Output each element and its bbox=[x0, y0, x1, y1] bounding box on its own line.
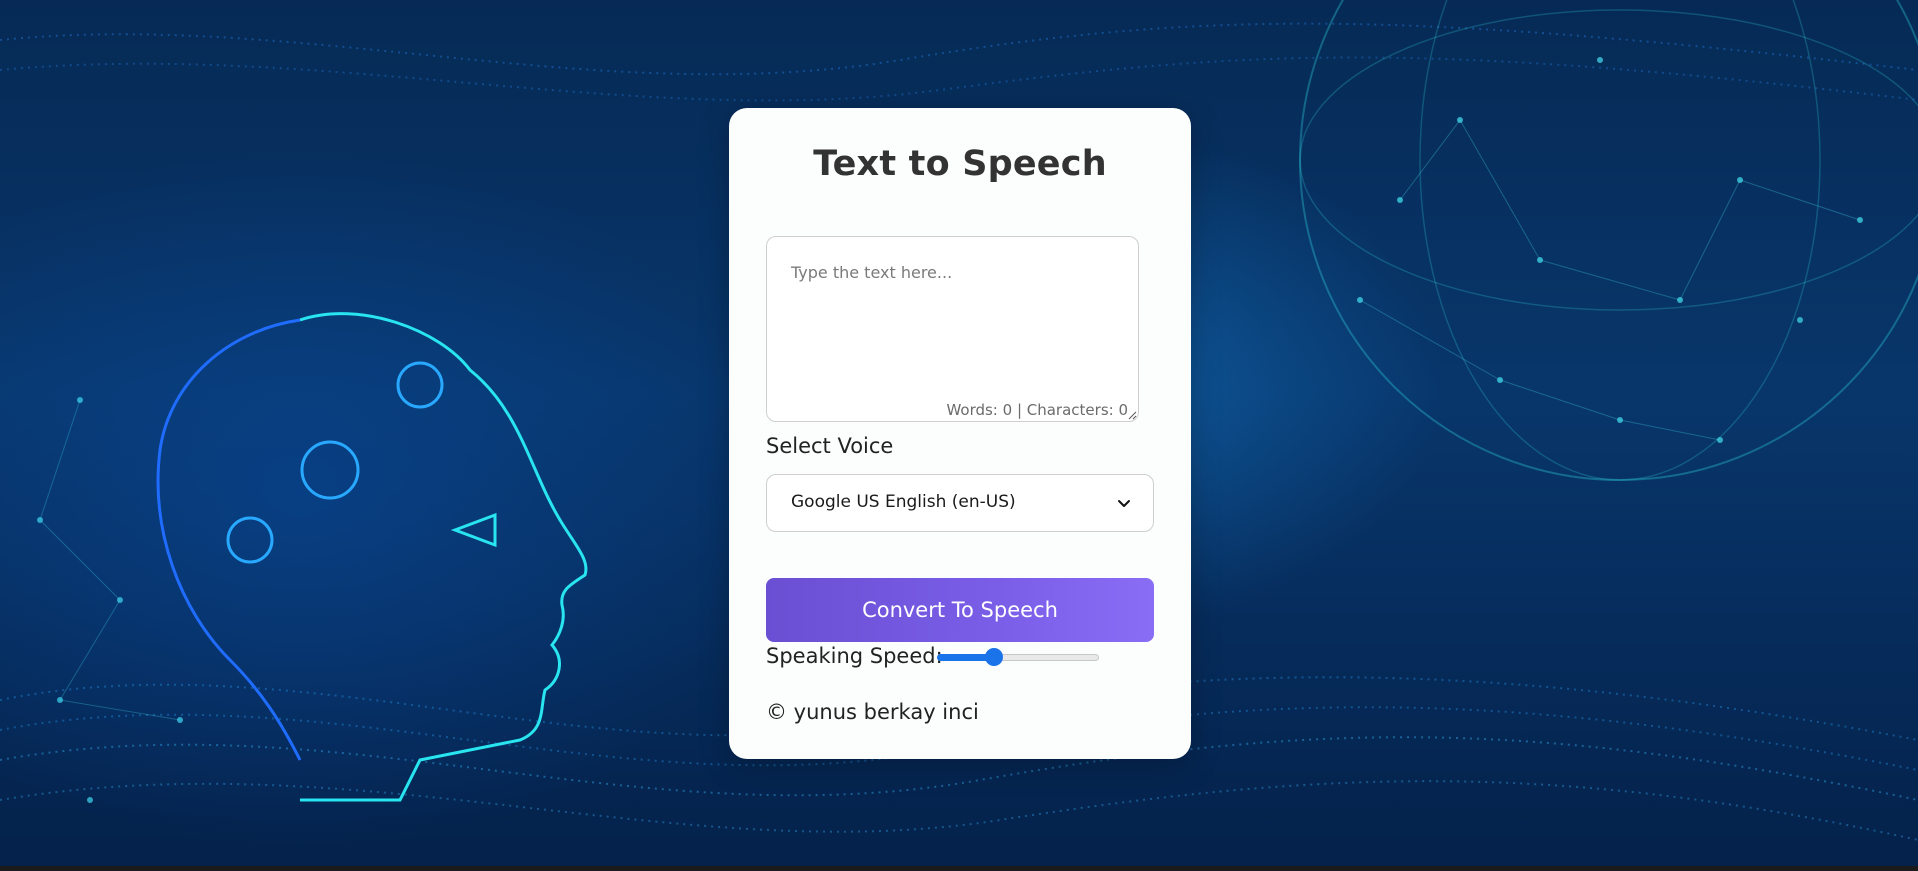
text-input[interactable] bbox=[767, 237, 1138, 421]
bottom-edge bbox=[0, 866, 1918, 871]
resize-handle-icon[interactable] bbox=[1127, 410, 1137, 420]
footer-credit: © yunus berkay inci bbox=[766, 700, 979, 724]
text-to-speech-card: Text to Speech Words: 0 | Characters: 0 … bbox=[729, 108, 1191, 759]
select-voice-label: Select Voice bbox=[766, 434, 894, 458]
speaking-speed-label: Speaking Speed: bbox=[766, 644, 943, 668]
page-title: Text to Speech bbox=[813, 144, 1107, 184]
voice-select[interactable]: Google US English (en-US) bbox=[766, 474, 1154, 532]
chevron-down-icon bbox=[1118, 500, 1130, 507]
text-input-container: Words: 0 | Characters: 0 bbox=[766, 236, 1139, 422]
speaking-speed-slider[interactable] bbox=[937, 648, 1099, 666]
convert-to-speech-button[interactable]: Convert To Speech bbox=[766, 578, 1154, 642]
word-character-counter: Words: 0 | Characters: 0 bbox=[946, 401, 1128, 419]
voice-select-value: Google US English (en-US) bbox=[791, 492, 1016, 512]
slider-thumb[interactable] bbox=[984, 648, 1003, 666]
